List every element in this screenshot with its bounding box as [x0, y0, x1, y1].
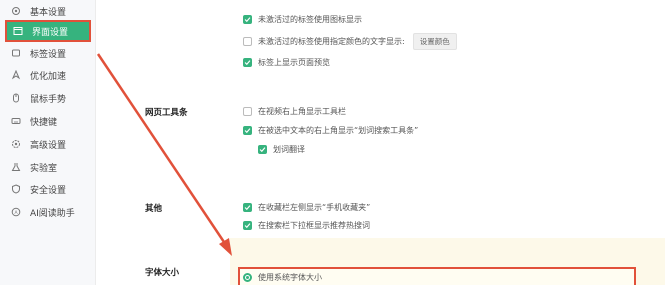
- sidebar-item-ai-reader[interactable]: A AI阅读助手: [0, 201, 96, 223]
- option-row[interactable]: 划词翻译: [258, 144, 305, 155]
- option-row[interactable]: 使用系统字体大小: [243, 272, 322, 283]
- sidebar-item-advanced[interactable]: 高级设置: [0, 133, 96, 155]
- option-label: 在收藏栏左侧显示“手机收藏夹”: [258, 203, 371, 212]
- section-title-toolbar: 网页工具条: [145, 108, 188, 118]
- option-row[interactable]: 在视频右上角显示工具栏: [243, 106, 346, 117]
- checkbox-unchecked[interactable]: [243, 107, 252, 116]
- flask-icon: [10, 162, 21, 173]
- option-label: 在搜索栏下拉框显示推荐热搜词: [258, 221, 370, 230]
- sidebar-item-basic[interactable]: 基本设置: [0, 0, 96, 22]
- option-label: 在视频右上角显示工具栏: [258, 107, 346, 116]
- section-title-font-size: 字体大小: [145, 268, 180, 278]
- sidebar-item-label: 实验室: [30, 163, 58, 174]
- sidebar-item-label: AI阅读助手: [30, 208, 75, 219]
- sidebar-item-label: 基本设置: [30, 7, 67, 18]
- checkbox-checked[interactable]: [258, 145, 267, 154]
- radio-selected[interactable]: [243, 273, 252, 282]
- option-label: 标签上显示页面预览: [258, 58, 330, 67]
- sidebar-item-mouse-gesture[interactable]: 鼠标手势: [0, 87, 96, 109]
- sidebar-item-label: 优化加速: [30, 71, 67, 82]
- option-label: 在被选中文本的右上角显示“划词搜索工具条”: [258, 126, 419, 135]
- window-icon: [12, 26, 23, 37]
- option-label: 未激活过的标签使用指定颜色的文字显示:: [258, 37, 405, 46]
- mouse-icon: [10, 93, 21, 104]
- checkbox-checked[interactable]: [243, 58, 252, 67]
- sidebar-item-label: 快捷键: [30, 117, 58, 128]
- sidebar-item-shortcuts[interactable]: 快捷键: [0, 110, 96, 132]
- settings-sidebar: 基本设置 界面设置 标签设置 优化加速 鼠标手势 快捷键 高级设置 实验室 安全…: [0, 0, 96, 285]
- tag-icon: [10, 48, 21, 59]
- shield-icon: [10, 184, 21, 195]
- sidebar-item-optimize[interactable]: 优化加速: [0, 64, 96, 86]
- sidebar-item-interface[interactable]: 界面设置: [5, 20, 91, 42]
- option-row[interactable]: 在搜索栏下拉框显示推荐热搜词: [243, 220, 370, 231]
- option-label: 使用系统字体大小: [258, 273, 322, 282]
- option-row[interactable]: 未激活过的标签使用指定颜色的文字显示: 设置颜色: [243, 33, 457, 50]
- checkbox-checked[interactable]: [243, 126, 252, 135]
- checkbox-checked[interactable]: [243, 203, 252, 212]
- sidebar-item-lab[interactable]: 实验室: [0, 156, 96, 178]
- sidebar-item-label: 界面设置: [32, 27, 69, 38]
- checkbox-unchecked[interactable]: [243, 37, 252, 46]
- checkbox-checked[interactable]: [243, 221, 252, 230]
- sidebar-item-label: 高级设置: [30, 140, 67, 151]
- keyboard-icon: [10, 116, 21, 127]
- option-label: 未激活过的标签使用图标显示: [258, 15, 362, 24]
- advanced-gear-icon: [10, 139, 21, 150]
- set-color-button[interactable]: 设置颜色: [412, 33, 457, 50]
- sidebar-item-security[interactable]: 安全设置: [0, 178, 96, 200]
- option-row[interactable]: 在收藏栏左侧显示“手机收藏夹”: [243, 202, 370, 213]
- sidebar-item-label: 安全设置: [30, 185, 67, 196]
- gear-icon: [10, 6, 21, 17]
- sidebar-item-tabs[interactable]: 标签设置: [0, 42, 96, 64]
- ai-icon: A: [10, 207, 21, 218]
- section-title-other: 其他: [145, 204, 163, 214]
- sidebar-item-label: 标签设置: [30, 49, 67, 60]
- option-label: 划词翻译: [273, 145, 305, 154]
- option-row[interactable]: 未激活过的标签使用图标显示: [243, 14, 362, 25]
- option-row[interactable]: 在被选中文本的右上角显示“划词搜索工具条”: [243, 125, 418, 136]
- rocket-icon: [10, 70, 21, 81]
- option-row[interactable]: 标签上显示页面预览: [243, 57, 330, 68]
- checkbox-checked[interactable]: [243, 15, 252, 24]
- sidebar-item-label: 鼠标手势: [30, 94, 67, 105]
